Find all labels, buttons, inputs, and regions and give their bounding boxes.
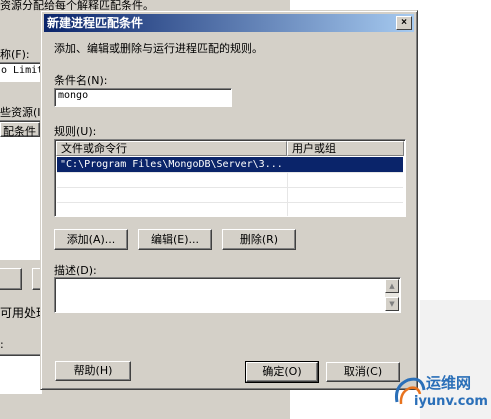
parent-name-input[interactable]: o Limit: [0, 62, 44, 82]
delete-rule-button[interactable]: 删除(R): [222, 229, 296, 250]
cancel-button[interactable]: 取消(C): [326, 362, 400, 382]
dialog-titlebar[interactable]: 新建进程匹配条件 ×: [44, 14, 414, 32]
close-button[interactable]: ×: [396, 16, 412, 30]
condition-name-label: 条件名(N):: [54, 74, 108, 87]
parent-criteria-list[interactable]: 配条件: [0, 120, 42, 260]
description-label: 描述(D):: [54, 264, 97, 277]
dialog-description: 添加、编辑或删除与运行进程匹配的规则。: [54, 42, 263, 55]
column-file-or-command[interactable]: 文件或命令行: [56, 141, 287, 156]
rule-user-cell: [286, 157, 403, 172]
rules-label: 规则(U):: [54, 125, 97, 138]
dialog-title: 新建进程匹配条件: [47, 16, 144, 30]
watermark-url-text: iyunv.com: [414, 394, 488, 409]
site-watermark: 运维网 iyunv.com: [392, 370, 488, 416]
grid-row-line: [57, 202, 403, 203]
description-scrollbar[interactable]: ▲ ▼: [385, 279, 399, 311]
description-textarea[interactable]: ▲ ▼: [54, 277, 401, 313]
rules-list[interactable]: 文件或命令行 用户或组 "C:\Program Files\MongoDB\Se…: [54, 139, 406, 217]
rules-list-header: 文件或命令行 用户或组: [56, 141, 404, 156]
parent-bottom-box: [0, 354, 42, 394]
rule-file-cell: "C:\Program Files\MongoDB\Server\3...: [60, 159, 283, 170]
help-button[interactable]: 帮助(H): [55, 361, 131, 381]
parent-name-label: 称(F):: [0, 48, 30, 61]
ok-button[interactable]: 确定(O): [245, 361, 319, 383]
close-icon: ×: [401, 17, 407, 28]
add-rule-button[interactable]: 添加(A)...: [54, 229, 128, 250]
grid-row-line: [57, 172, 403, 173]
column-user-or-group[interactable]: 用户或组: [287, 141, 404, 156]
new-process-criteria-dialog: 新建进程匹配条件 × 添加、编辑或删除与运行进程匹配的规则。 条件名(N): m…: [40, 10, 418, 390]
edit-rule-button[interactable]: 编辑(E)...: [138, 229, 212, 250]
condition-name-input[interactable]: mongo: [54, 88, 232, 107]
parent-criteria-header: 配条件: [0, 122, 40, 138]
scroll-down-icon[interactable]: ▼: [385, 297, 399, 311]
watermark-cn-text: 运维网: [426, 374, 472, 392]
scroll-up-icon[interactable]: ▲: [385, 279, 399, 293]
parent-resource-label: 些资源(I): [0, 106, 45, 119]
parent-button-left[interactable]: [0, 268, 22, 290]
parent-colon-label: :: [0, 338, 4, 351]
condition-name-value: mongo: [58, 90, 89, 101]
grid-row-line: [57, 187, 403, 188]
table-row[interactable]: "C:\Program Files\MongoDB\Server\3...: [57, 157, 403, 172]
parent-name-value: o Limit: [1, 65, 44, 76]
parent-criteria-label: 配条件: [3, 125, 36, 138]
